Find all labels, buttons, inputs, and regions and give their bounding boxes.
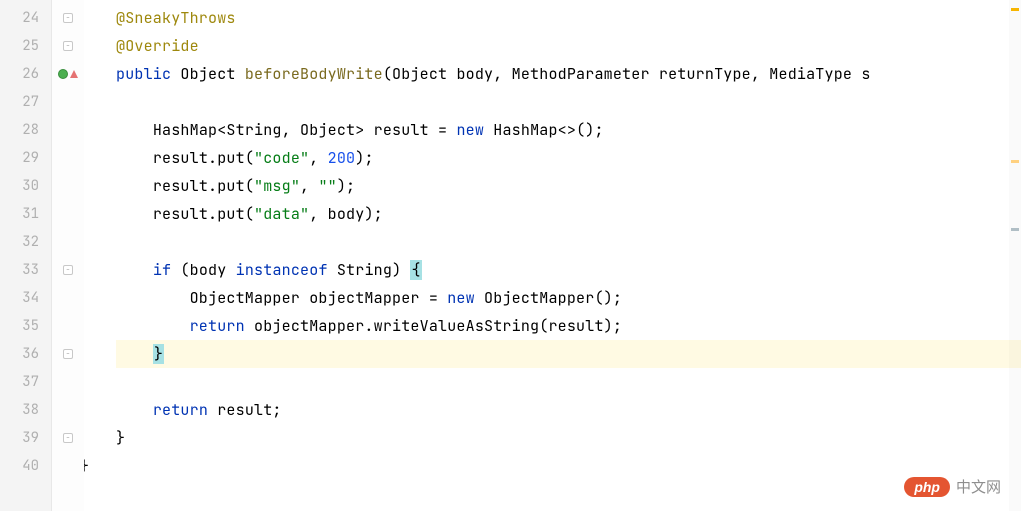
fold-icon[interactable]: −: [63, 349, 73, 359]
code-line-39[interactable]: }: [116, 424, 1021, 452]
code-editor: 24 25 26 27 28 29 30 31 32 33 34 35 36 3…: [0, 0, 1021, 511]
warning-stripe-icon[interactable]: [1011, 160, 1019, 163]
line-number[interactable]: 32: [0, 228, 51, 256]
code-line-27[interactable]: [116, 88, 1021, 116]
code-line-30[interactable]: result.put("msg", "");: [116, 172, 1021, 200]
code-line-34[interactable]: ObjectMapper objectMapper = new ObjectMa…: [116, 284, 1021, 312]
code-line-40[interactable]: }: [116, 452, 1021, 480]
code-line-24[interactable]: @SneakyThrows: [116, 4, 1021, 32]
fold-icon[interactable]: −: [63, 265, 73, 275]
nav-stripe-icon[interactable]: [1011, 228, 1019, 231]
line-number[interactable]: 31: [0, 200, 51, 228]
line-number[interactable]: 25: [0, 32, 51, 60]
annotation: @SneakyThrows: [116, 8, 236, 28]
watermark-badge: php: [904, 477, 950, 497]
fold-icon[interactable]: −: [63, 433, 73, 443]
line-number[interactable]: 36: [0, 340, 51, 368]
override-marker-icon[interactable]: [52, 60, 84, 88]
line-number[interactable]: 26: [0, 60, 51, 88]
code-content[interactable]: @SneakyThrows @Override public Object be…: [84, 0, 1021, 511]
line-number[interactable]: 27: [0, 88, 51, 116]
scrollbar-vertical[interactable]: [1009, 0, 1021, 511]
line-number[interactable]: 35: [0, 312, 51, 340]
line-number[interactable]: 33: [0, 256, 51, 284]
code-line-25[interactable]: @Override: [116, 32, 1021, 60]
code-line-29[interactable]: result.put("code", 200);: [116, 144, 1021, 172]
matched-brace: }: [153, 344, 164, 364]
line-number[interactable]: 40: [0, 452, 51, 480]
line-number[interactable]: 39: [0, 424, 51, 452]
code-line-33[interactable]: if (body instanceof String) {: [116, 256, 1021, 284]
fold-icon[interactable]: −: [63, 41, 73, 51]
marker-gutter[interactable]: − − − − −: [52, 0, 84, 511]
code-line-36[interactable]: }: [116, 340, 1021, 368]
watermark: php 中文网: [904, 476, 1001, 497]
matched-brace: {: [410, 260, 421, 280]
annotation: @Override: [116, 36, 199, 56]
method-name: beforeBodyWrite: [245, 64, 383, 84]
fold-icon[interactable]: −: [63, 13, 73, 23]
watermark-text: 中文网: [956, 476, 1001, 497]
line-number[interactable]: 37: [0, 368, 51, 396]
code-line-31[interactable]: result.put("data", body);: [116, 200, 1021, 228]
code-line-37[interactable]: [116, 368, 1021, 396]
line-number[interactable]: 28: [0, 116, 51, 144]
line-number[interactable]: 24: [0, 4, 51, 32]
line-number-gutter[interactable]: 24 25 26 27 28 29 30 31 32 33 34 35 36 3…: [0, 0, 52, 511]
line-number[interactable]: 38: [0, 396, 51, 424]
code-line-26[interactable]: public Object beforeBodyWrite(Object bod…: [116, 60, 1021, 88]
code-line-35[interactable]: return objectMapper.writeValueAsString(r…: [116, 312, 1021, 340]
line-number[interactable]: 34: [0, 284, 51, 312]
line-number[interactable]: 29: [0, 144, 51, 172]
line-number[interactable]: 30: [0, 172, 51, 200]
code-line-38[interactable]: return result;: [116, 396, 1021, 424]
code-line-28[interactable]: HashMap<String, Object> result = new Has…: [116, 116, 1021, 144]
code-line-32[interactable]: [116, 228, 1021, 256]
warning-stripe-icon[interactable]: [1011, 8, 1019, 11]
